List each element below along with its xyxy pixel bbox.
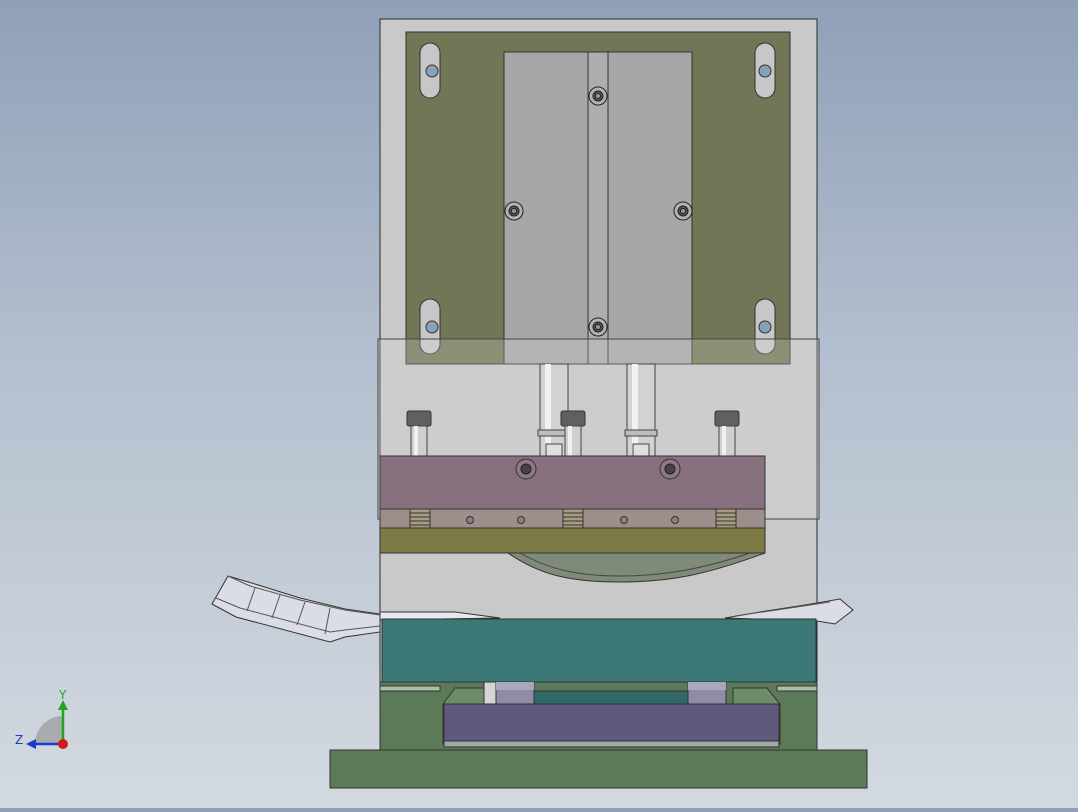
spring-icon bbox=[715, 508, 737, 529]
bolt-icon bbox=[425, 64, 439, 78]
bolt-icon bbox=[406, 410, 432, 458]
screw-icon bbox=[515, 458, 537, 480]
lower-die bbox=[381, 618, 817, 683]
y-axis-label: Y bbox=[58, 688, 67, 702]
die-assembly-drawing: Y Z bbox=[15, 18, 868, 789]
screw-icon bbox=[673, 201, 693, 221]
die-base-rail-left bbox=[379, 685, 441, 692]
pin-icon bbox=[466, 516, 474, 524]
bolt-icon bbox=[560, 410, 586, 458]
screw-icon bbox=[659, 458, 681, 480]
bottom-base-plate bbox=[329, 749, 868, 789]
spring-icon bbox=[409, 508, 431, 529]
pin-icon bbox=[517, 516, 525, 524]
pin-icon bbox=[671, 516, 679, 524]
upper-punch-plate bbox=[379, 455, 766, 510]
bolt-icon bbox=[714, 410, 740, 458]
screw-icon bbox=[588, 317, 608, 337]
bolt-icon bbox=[758, 320, 772, 334]
z-axis-label: Z bbox=[15, 733, 23, 747]
base-insert bbox=[443, 703, 780, 742]
screw-icon bbox=[504, 201, 524, 221]
coordinate-triad-icon: Y Z bbox=[15, 688, 68, 749]
cad-viewport[interactable]: Y Z bbox=[0, 0, 1078, 808]
die-base-rail-right bbox=[776, 685, 818, 692]
guide-post bbox=[626, 363, 656, 457]
bolt-icon bbox=[758, 64, 772, 78]
screw-icon bbox=[588, 86, 608, 106]
bolt-icon bbox=[425, 320, 439, 334]
pin-icon bbox=[620, 516, 628, 524]
spring-icon bbox=[562, 508, 584, 529]
guide-post bbox=[539, 363, 569, 457]
stripper-plate bbox=[379, 527, 766, 554]
